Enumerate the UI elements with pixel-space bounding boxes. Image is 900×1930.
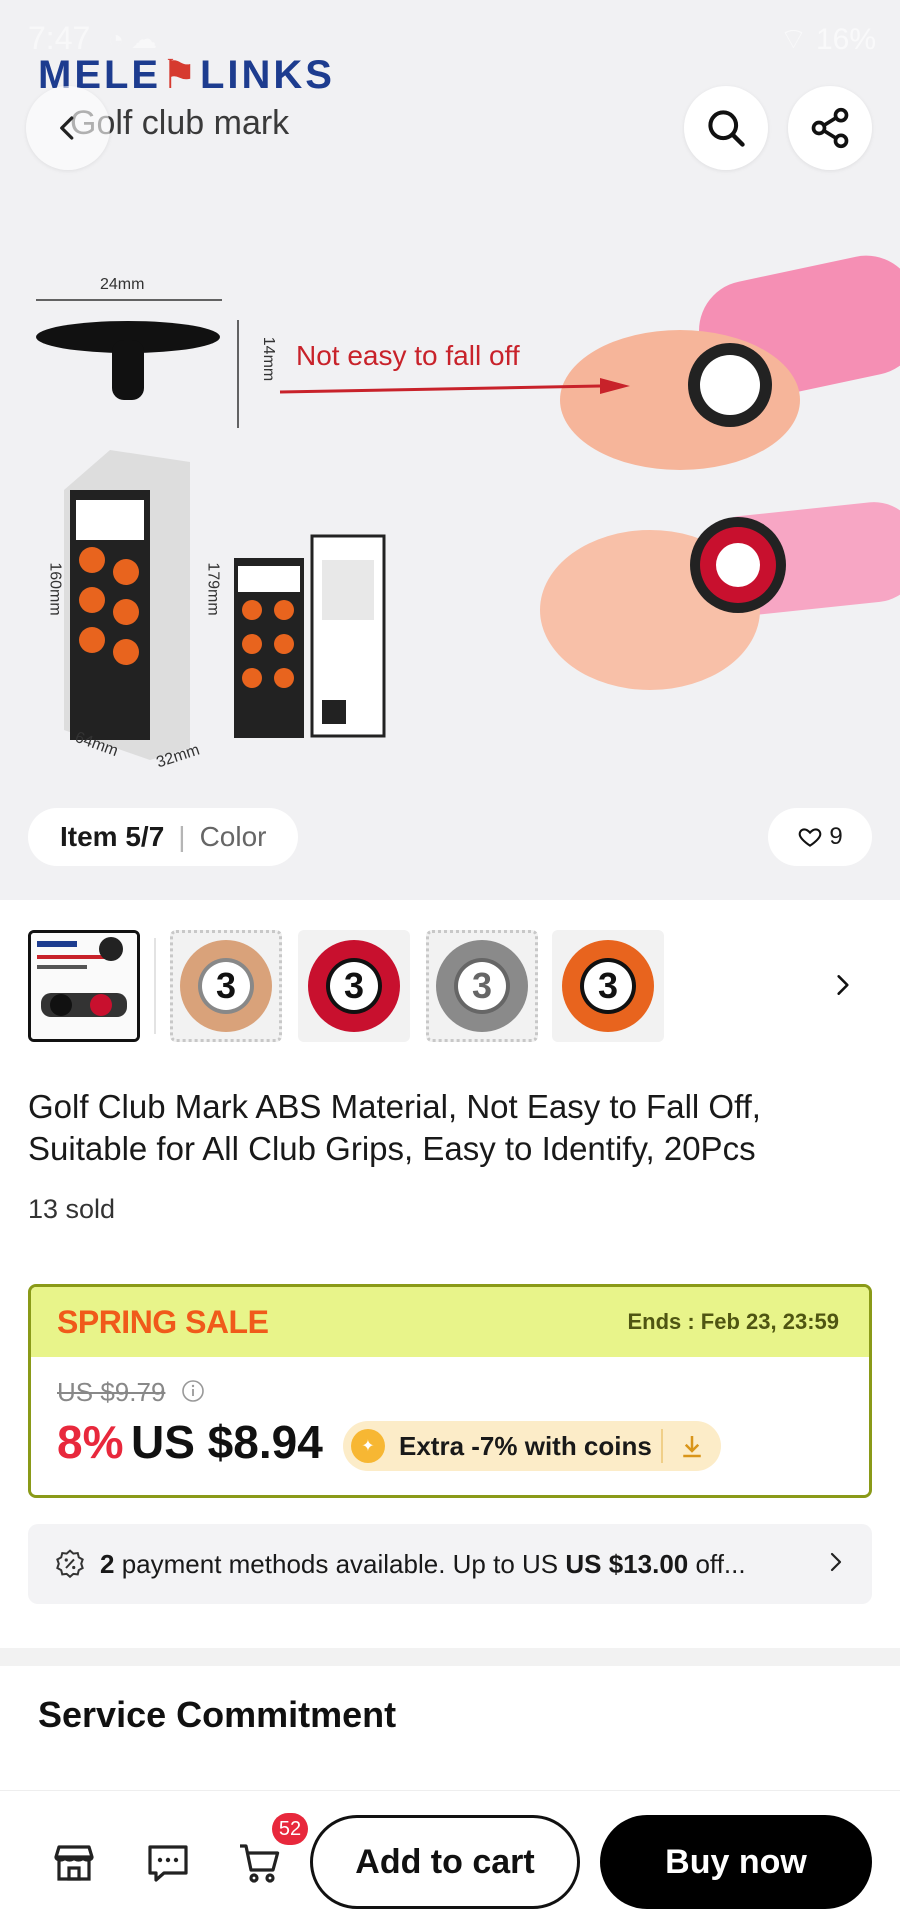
sale-header: SPRING SALE Ends : Feb 23, 23:59	[31, 1287, 869, 1357]
thumb-orange-number: 3	[598, 965, 618, 1006]
back-arrow-icon	[60, 116, 74, 140]
thumb-photo-image	[31, 933, 137, 1039]
product-image-gallery[interactable]: 7:47 ◔ ☁ ⌔ 16% MELE⚑LINKS Golf club mark…	[0, 0, 900, 900]
chat-button[interactable]	[140, 1835, 196, 1891]
add-to-cart-button[interactable]: Add to cart	[310, 1815, 580, 1909]
coins-divider	[661, 1429, 663, 1463]
chevron-right-icon	[837, 975, 849, 995]
pill-separator: |	[178, 821, 186, 852]
cart-button[interactable]	[232, 1835, 288, 1891]
thumbnails-next-button[interactable]	[818, 960, 868, 1010]
original-price: US $9.79	[57, 1377, 166, 1407]
thumb-gray-number: 3	[472, 965, 492, 1006]
favorite-button[interactable]: 9	[768, 808, 872, 866]
discount-badge-icon	[56, 1549, 84, 1579]
share-button[interactable]	[788, 86, 872, 170]
discount-percent: 8%	[57, 1416, 124, 1468]
thumb-tan-number: 3	[216, 965, 236, 1006]
thumb-gray[interactable]: 3	[426, 930, 538, 1042]
thumb-red-number: 3	[344, 965, 364, 1006]
sale-ends: Ends : Feb 23, 23:59	[627, 1309, 839, 1334]
store-button[interactable]	[46, 1835, 102, 1891]
thumb-orange[interactable]: 3	[552, 930, 664, 1042]
service-commitment-title: Service Commitment	[38, 1694, 397, 1735]
item-counter: Item 5/7	[60, 821, 165, 852]
info-icon[interactable]	[181, 1379, 205, 1403]
coin-icon: ✦	[351, 1429, 385, 1463]
back-button[interactable]	[26, 86, 110, 170]
flag-icon: ⚑	[161, 53, 200, 97]
store-icon	[54, 1845, 94, 1881]
buy-now-button[interactable]: Buy now	[600, 1815, 872, 1909]
thumb-gray-image: 3	[436, 940, 528, 1032]
wifi-icon: ⌔	[779, 23, 816, 56]
coins-text: Extra -7% with coins	[399, 1430, 652, 1461]
cart-icon	[240, 1844, 280, 1883]
variant-label: Color	[199, 821, 267, 852]
share-icon	[811, 107, 849, 149]
payment-text: 2 payment methods available. Up to US US…	[100, 1548, 746, 1579]
section-divider	[0, 1648, 900, 1666]
sale-body: US $9.79 8% US $8.94 ✦ Extra -7% with co…	[31, 1357, 869, 1495]
download-icon	[683, 1436, 701, 1458]
callout-text: Not easy to fall off	[296, 340, 520, 371]
payment-methods-banner[interactable]: 2 payment methods available. Up to US US…	[28, 1524, 872, 1604]
thumb-product-photo[interactable]	[28, 930, 140, 1042]
item-variant-pill[interactable]: Item 5/7 | Color	[28, 808, 299, 866]
dim-height-label: 14mm	[260, 336, 278, 382]
dim-box-height-label: 160mm	[46, 562, 64, 616]
thumb-red[interactable]: 3	[298, 930, 410, 1042]
sold-count: 13 sold	[28, 1194, 116, 1224]
current-price: US $8.94	[131, 1416, 323, 1468]
notification-icons: ◔ ☁	[108, 24, 157, 54]
heart-icon	[799, 828, 822, 847]
thumb-tan-image: 3	[180, 940, 272, 1032]
status-battery: ⌔ 16%	[779, 23, 876, 56]
dim-card-height-label: 179mm	[204, 562, 222, 616]
variant-thumbnails: 3 3 3 3	[28, 930, 872, 1046]
chat-icon	[148, 1845, 188, 1882]
chevron-right-icon	[830, 1552, 842, 1572]
search-button[interactable]	[684, 86, 768, 170]
thumb-divider	[154, 938, 156, 1034]
search-icon	[708, 110, 745, 147]
coins-offer[interactable]: ✦ Extra -7% with coins	[343, 1421, 721, 1471]
favorites-count: 9	[829, 823, 843, 850]
thumb-tan[interactable]: 3	[170, 930, 282, 1042]
sale-card: SPRING SALE Ends : Feb 23, 23:59 US $9.7…	[28, 1284, 872, 1498]
thumb-orange-image: 3	[562, 940, 654, 1032]
sale-label: SPRING SALE	[57, 1303, 269, 1340]
cart-count-badge: 52	[272, 1813, 308, 1845]
thumb-red-image: 3	[308, 940, 400, 1032]
dim-width-label: 24mm	[100, 276, 145, 293]
product-title: Golf Club Mark ABS Material, Not Easy to…	[28, 1088, 761, 1167]
bottom-action-bar: 52 Add to cart Buy now	[0, 1790, 900, 1930]
